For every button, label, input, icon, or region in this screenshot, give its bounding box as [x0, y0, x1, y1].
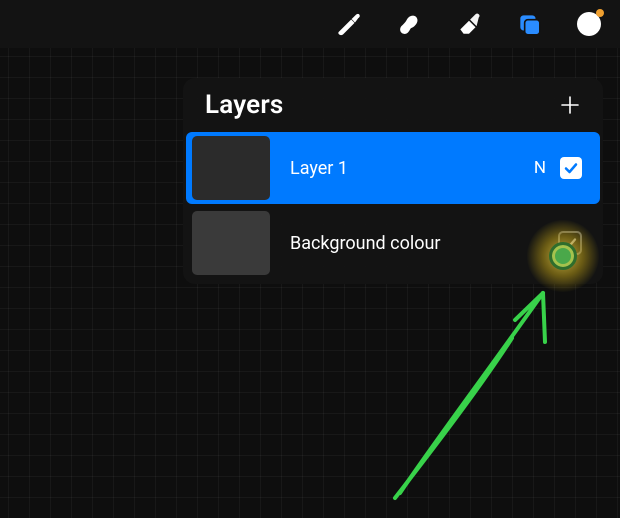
layer-name-label: Layer 1	[290, 158, 534, 179]
eraser-icon[interactable]	[456, 11, 482, 37]
layers-panel-header: Layers	[183, 78, 603, 132]
smudge-icon[interactable]	[396, 11, 422, 37]
layers-icon[interactable]	[516, 11, 542, 37]
visibility-checkbox[interactable]	[560, 157, 582, 179]
layers-panel: Layers Layer 1 N Background colour	[183, 78, 603, 284]
layer-row[interactable]: Layer 1 N	[186, 132, 600, 204]
layer-row-background[interactable]: Background colour	[186, 207, 600, 279]
brush-icon[interactable]	[336, 11, 362, 37]
color-swatch-icon[interactable]	[576, 11, 602, 37]
layer-name-label: Background colour	[290, 233, 558, 254]
panel-title: Layers	[205, 90, 284, 120]
background-visibility-checkbox[interactable]	[558, 231, 582, 255]
background-thumbnail[interactable]	[192, 211, 270, 275]
add-layer-button[interactable]	[555, 90, 585, 120]
layer-thumbnail[interactable]	[192, 136, 270, 200]
blend-mode-label[interactable]: N	[534, 158, 546, 178]
top-toolbar	[0, 0, 620, 48]
canvas-area[interactable]: Layers Layer 1 N Background colour	[0, 48, 620, 518]
